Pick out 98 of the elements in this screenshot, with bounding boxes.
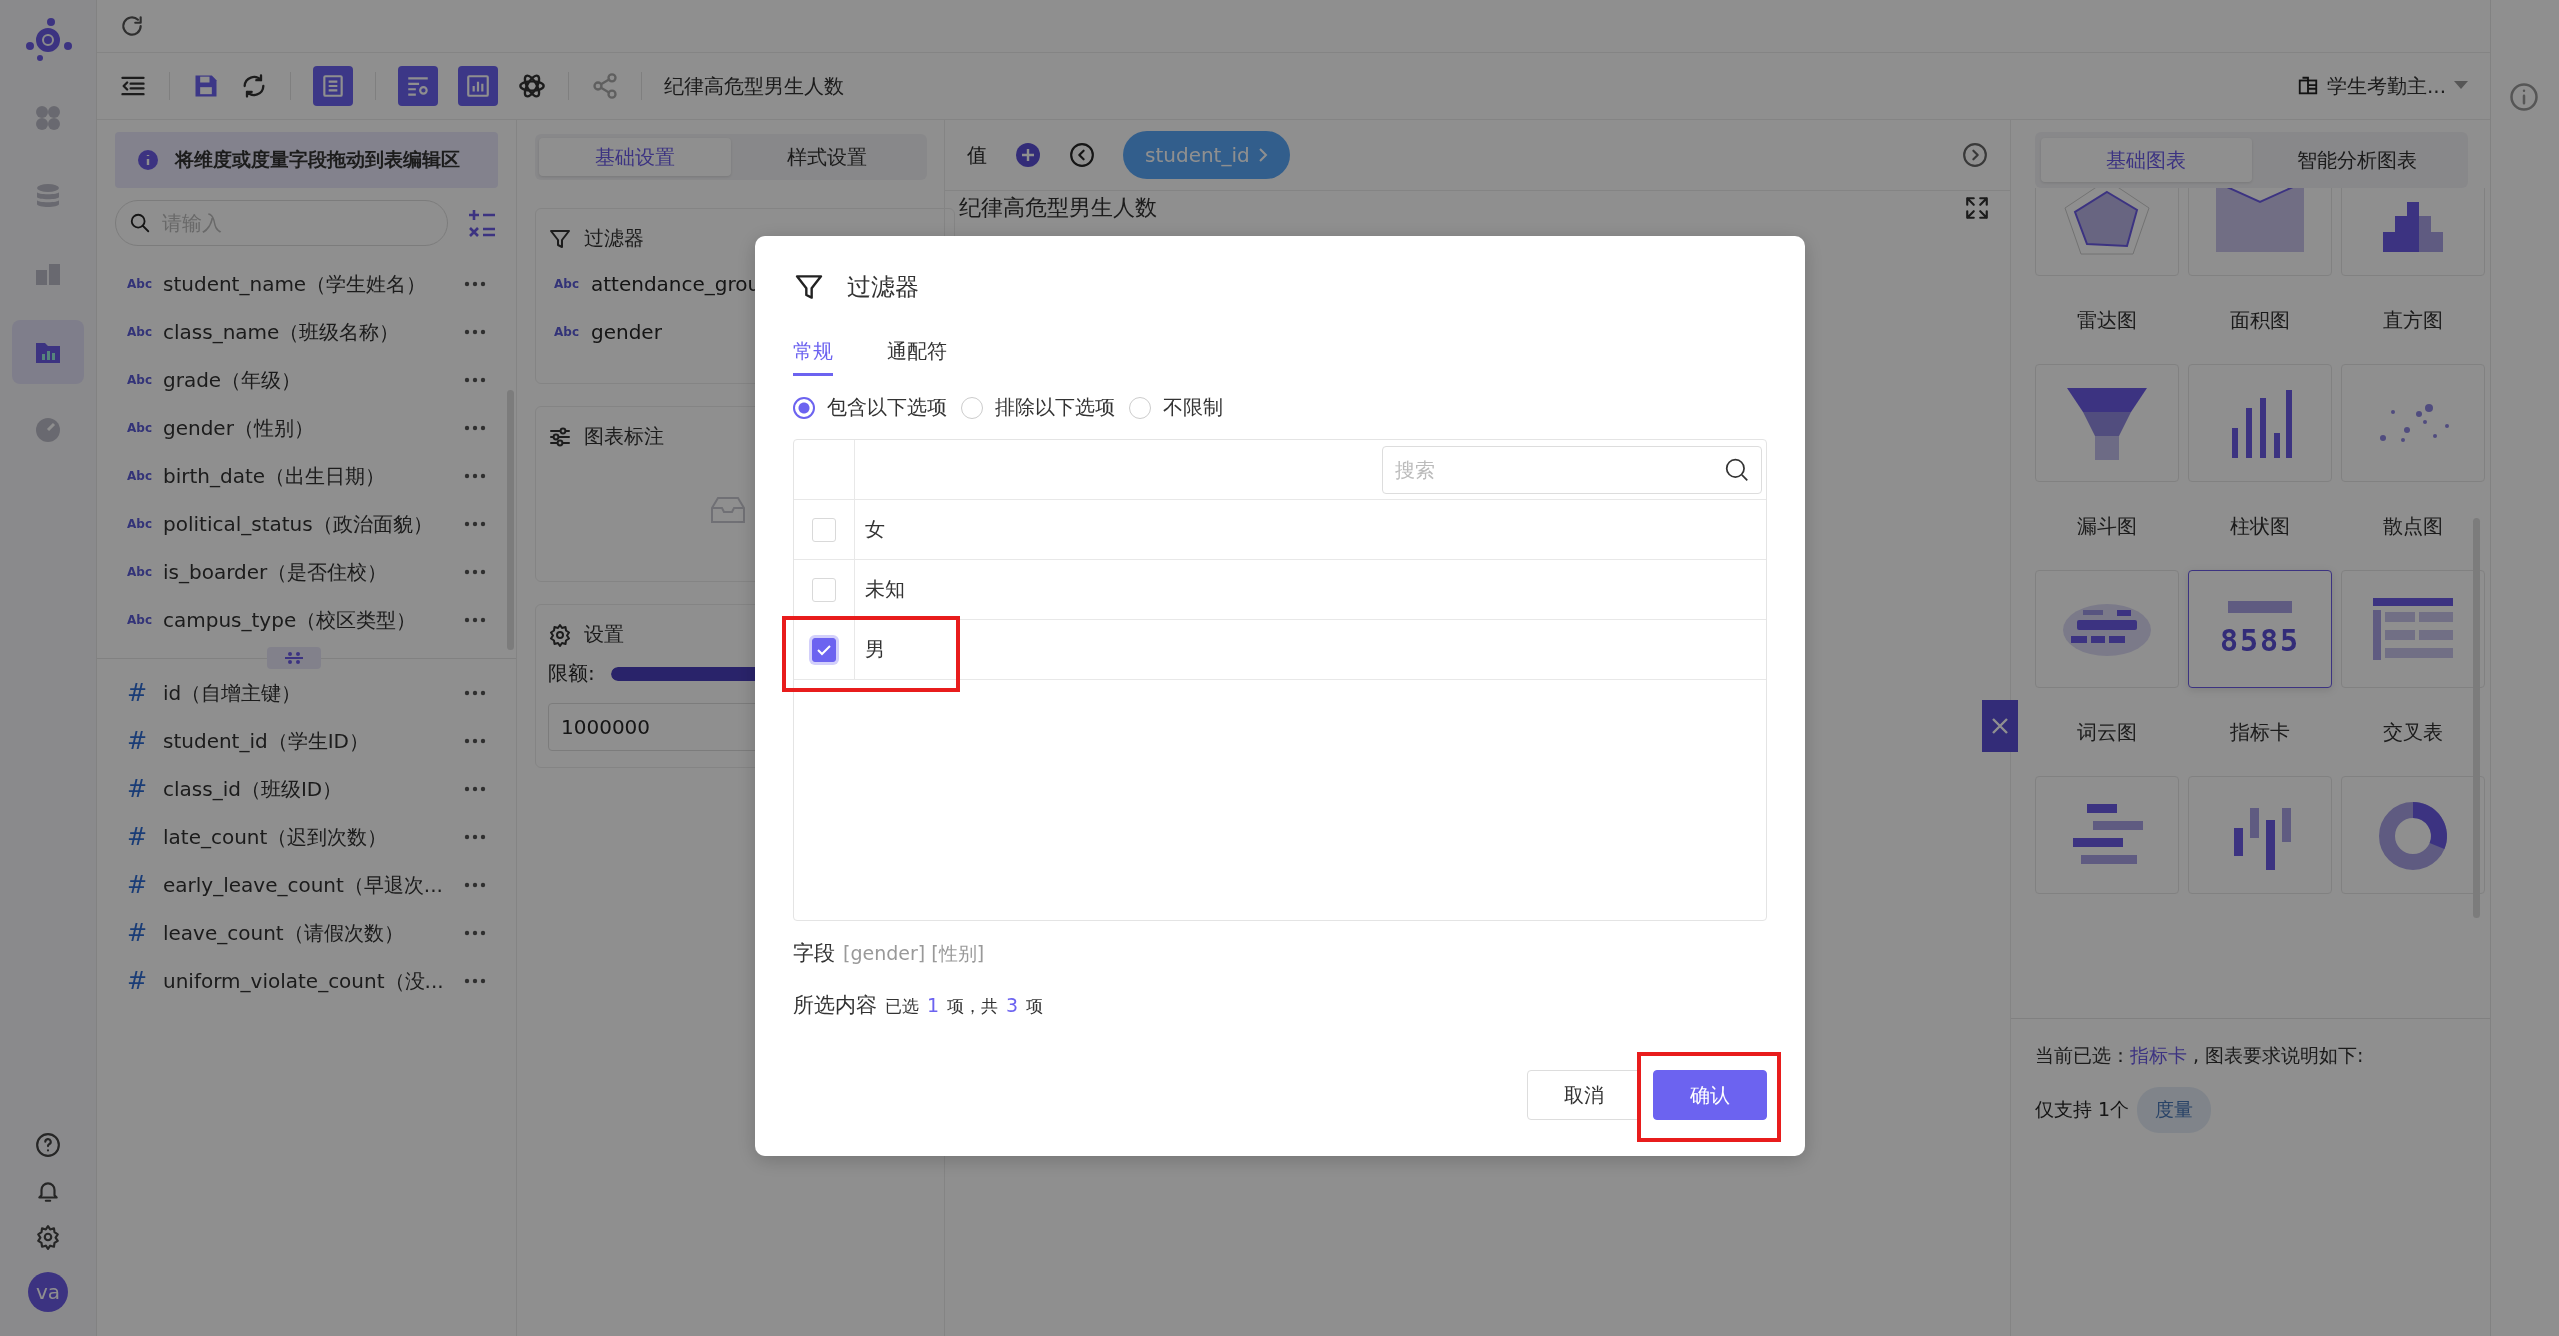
filter-tab[interactable]: 通配符 bbox=[887, 338, 947, 376]
field-name: leave_count（请假次数） bbox=[163, 919, 405, 947]
chart-type-label: 散点图 bbox=[2383, 512, 2443, 540]
field-type-label: Abc bbox=[127, 325, 153, 339]
field-item[interactable]: Abc birth_date（出生日期） bbox=[115, 452, 498, 500]
chart-link[interactable]: 指标卡 bbox=[2130, 1044, 2187, 1066]
chart-category-tab[interactable]: 智能分析图表 bbox=[2251, 138, 2462, 182]
field-type-label: Abc bbox=[127, 469, 153, 483]
field-item[interactable]: # student_id（学生ID） bbox=[115, 717, 498, 765]
report-title: 纪律高危型男生人数 bbox=[664, 72, 844, 100]
field-type-label: # bbox=[127, 823, 149, 851]
field-item[interactable]: Abc is_boarder（是否住校） bbox=[115, 548, 498, 596]
section-title: 过滤器 bbox=[584, 225, 644, 252]
field-item[interactable]: Abc gender（性别） bbox=[115, 404, 498, 452]
field-item[interactable]: # class_id（班级ID） bbox=[115, 765, 498, 813]
dialog-title: 过滤器 bbox=[847, 272, 919, 303]
section-title: 图表标注 bbox=[584, 423, 664, 450]
field-item[interactable]: Abc class_name（班级名称） bbox=[115, 308, 498, 356]
kpi-preview-value: 8585 bbox=[2219, 622, 2301, 658]
mode-radio[interactable]: 排除以下选项 bbox=[961, 394, 1115, 421]
field-item[interactable]: Abc student_name（学生姓名） bbox=[115, 260, 498, 308]
field-name: attendance_grou bbox=[591, 272, 761, 296]
chart-title: 纪律高危型男生人数 bbox=[959, 194, 1157, 222]
field-name: class_id（班级ID） bbox=[163, 775, 344, 803]
user-avatar[interactable]: va bbox=[28, 1272, 68, 1312]
dataset-name: 学生考勤主... bbox=[2326, 72, 2446, 100]
field-type-label: # bbox=[127, 967, 149, 995]
field-item[interactable]: # early_leave_count（早退次... bbox=[115, 861, 498, 909]
field-item[interactable]: Abc political_status（政治面貌） bbox=[115, 500, 498, 548]
field-name: class_name（班级名称） bbox=[163, 318, 401, 346]
field-name: uniform_violate_count（没... bbox=[163, 967, 445, 995]
field-item[interactable]: # late_count（迟到次数） bbox=[115, 813, 498, 861]
field-type-label: # bbox=[127, 727, 149, 755]
section-title: 设置 bbox=[584, 621, 624, 648]
chart-category-tab[interactable]: 基础图表 bbox=[2041, 138, 2252, 182]
chart-type-label: 直方图 bbox=[2383, 306, 2443, 334]
field-type-label: # bbox=[127, 919, 149, 947]
field-name: id（自增主键） bbox=[163, 679, 303, 707]
limit-label: 限额: bbox=[548, 660, 595, 687]
option-label: 男 bbox=[864, 636, 886, 663]
search-field[interactable]: 搜索 bbox=[1382, 445, 1762, 494]
chart-type-label: 柱状图 bbox=[2230, 512, 2290, 540]
chart-type-label: 面积图 bbox=[2230, 306, 2290, 334]
chart-type-label: 词云图 bbox=[2077, 718, 2137, 746]
field-type-label: Abc bbox=[127, 565, 153, 579]
field-name: grade（年级） bbox=[163, 366, 303, 394]
filter-tab[interactable]: 常规 bbox=[793, 338, 833, 376]
field-type-label: Abc bbox=[127, 613, 153, 627]
field-type-label: Abc bbox=[127, 373, 153, 387]
field-item[interactable]: # uniform_violate_count（没... bbox=[115, 957, 498, 1005]
field-item[interactable]: # leave_count（请假次数） bbox=[115, 909, 498, 957]
field-type-label: Abc bbox=[127, 421, 153, 435]
field-value: [gender] [性别] bbox=[843, 941, 985, 966]
selection-count: 1 bbox=[927, 994, 940, 1016]
field-name: student_id（学生ID） bbox=[163, 727, 370, 755]
requirement-text: 仅支持 1个 bbox=[2035, 1097, 2130, 1122]
option-label: 女 bbox=[864, 516, 886, 543]
field-item[interactable]: # id（自增主键） bbox=[115, 669, 498, 717]
field-type-label: # bbox=[127, 775, 149, 803]
mode-radio[interactable]: 包含以下选项 bbox=[793, 394, 947, 421]
field-item[interactable]: Abc grade（年级） bbox=[115, 356, 498, 404]
field-name: student_name（学生姓名） bbox=[163, 270, 428, 298]
settings-tab[interactable]: 基础设置 bbox=[539, 138, 731, 176]
chart-type-label: 雷达图 bbox=[2077, 306, 2137, 334]
chart-type-label: 漏斗图 bbox=[2077, 512, 2137, 540]
field-name: gender（性别） bbox=[163, 414, 315, 442]
chart-type-label: 指标卡 bbox=[2230, 718, 2290, 746]
field-name: is_boarder（是否住校） bbox=[163, 558, 389, 586]
field-type-label: # bbox=[127, 679, 149, 707]
chart-type-card[interactable]: 8585 bbox=[2188, 570, 2332, 688]
confirm-button[interactable]: 确认 bbox=[1653, 1070, 1767, 1120]
selection-note: 当前已选：指标卡 , 图表要求说明如下: bbox=[2034, 1043, 2365, 1068]
settings-tab[interactable]: 样式设置 bbox=[731, 138, 923, 176]
field-name: early_leave_count（早退次... bbox=[163, 871, 444, 899]
selection-label: 所选内容 bbox=[793, 992, 877, 1019]
field-name: late_count（迟到次数） bbox=[163, 823, 389, 851]
field-item[interactable]: Abc campus_type（校区类型） bbox=[115, 596, 498, 644]
field-type-label: Abc bbox=[127, 517, 153, 531]
selection-text: 已选 bbox=[885, 995, 919, 1018]
chart-type-label: 交叉表 bbox=[2383, 718, 2443, 746]
value-label: 值 bbox=[967, 141, 987, 169]
selection-text: 项，共 bbox=[947, 995, 999, 1018]
measure-tag: 度量 bbox=[2137, 1087, 2212, 1133]
selection-count: 3 bbox=[1006, 994, 1019, 1016]
field-name: campus_type（校区类型） bbox=[163, 606, 418, 634]
hint-text: 将维度或度量字段拖动到表编辑区 bbox=[175, 147, 460, 172]
field-name: gender bbox=[591, 320, 662, 344]
field-name: birth_date（出生日期） bbox=[163, 462, 387, 490]
field-type-label: Abc bbox=[554, 277, 579, 291]
field-name: political_status（政治面貌） bbox=[163, 510, 434, 538]
field-type-label: Abc bbox=[554, 325, 579, 339]
field-type-label: # bbox=[127, 871, 149, 899]
field-type-label: Abc bbox=[127, 277, 153, 291]
mode-radio[interactable]: 不限制 bbox=[1129, 394, 1223, 421]
field-label: 字段 bbox=[793, 940, 835, 967]
option-label: 未知 bbox=[864, 576, 906, 603]
selection-text: 项 bbox=[1026, 995, 1044, 1018]
dataset-selector[interactable]: 学生考勤主... bbox=[2296, 72, 2468, 100]
